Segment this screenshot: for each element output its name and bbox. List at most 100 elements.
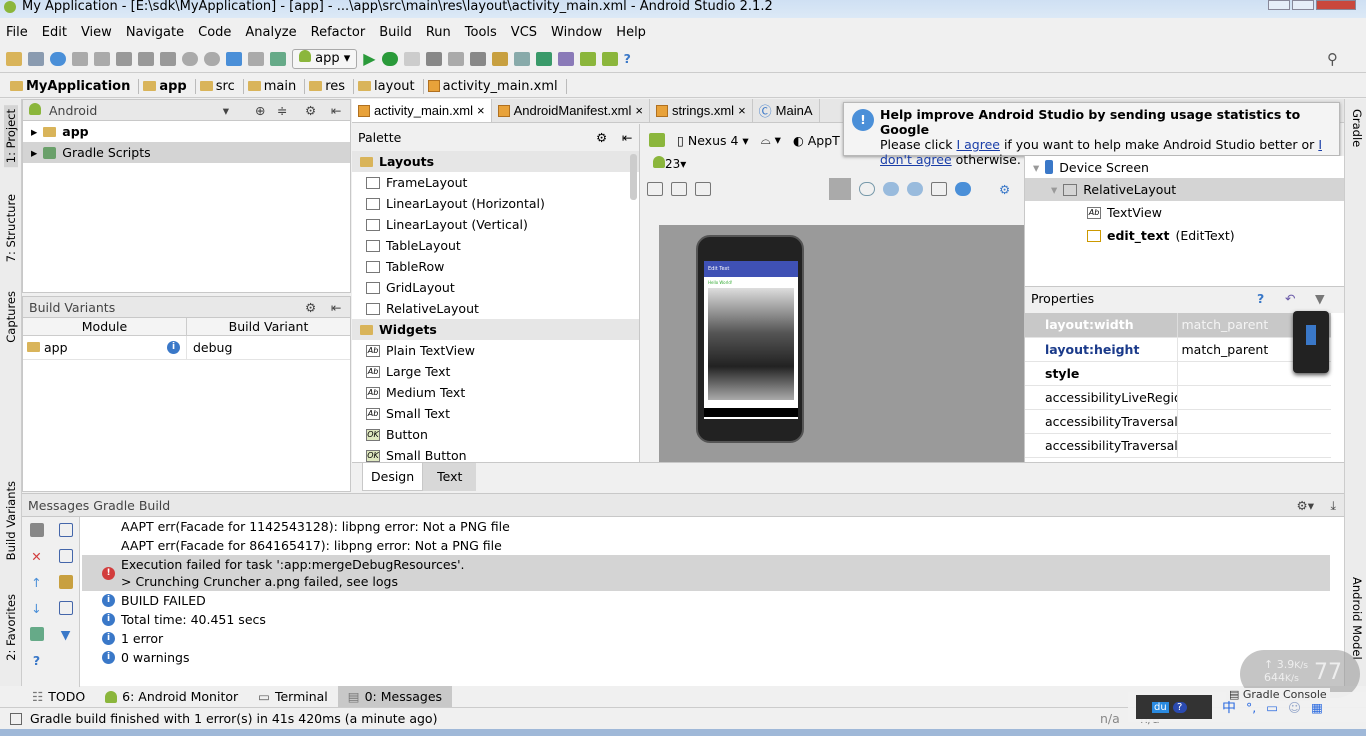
message-line[interactable]: i1 error <box>82 629 1330 648</box>
refresh-icon[interactable] <box>955 182 971 196</box>
undo-icon[interactable] <box>72 51 88 66</box>
zoom-in-icon[interactable] <box>883 182 899 196</box>
tree-item-app[interactable]: ▸ app <box>23 121 350 142</box>
message-line[interactable]: i BUILD FAILED <box>82 591 1330 610</box>
avd-manager-icon[interactable] <box>557 51 574 66</box>
preview-icon[interactable] <box>931 182 947 196</box>
help-icon[interactable]: ? <box>1257 287 1264 311</box>
expand-all-icon[interactable] <box>58 523 73 537</box>
scroll-from-source-icon[interactable]: ⊕ <box>255 100 265 121</box>
zoom-fit-icon[interactable] <box>647 182 663 196</box>
palette-item[interactable]: FrameLayout <box>352 172 639 193</box>
restore-default-icon[interactable]: ↶ <box>1285 287 1295 311</box>
android-device-monitor-icon[interactable] <box>601 51 618 66</box>
hide-panel-icon[interactable]: ⇤ <box>622 124 632 151</box>
tree-text-view[interactable]: Ab TextView <box>1025 201 1344 224</box>
orientation-select[interactable]: ⌓ ▾ <box>761 132 781 148</box>
collapse-all-icon[interactable] <box>58 549 73 563</box>
show-info-icon[interactable] <box>58 601 73 615</box>
breadcrumb-myapplication[interactable]: MyApplication <box>10 78 140 94</box>
breadcrumb-res[interactable]: res <box>309 78 355 94</box>
build-variant-cell[interactable]: debug <box>187 336 232 359</box>
device-select[interactable]: ▯ Nexus 4 ▾ <box>677 133 749 148</box>
maximize-button[interactable] <box>1292 0 1314 10</box>
zoom-actual-toggle[interactable] <box>829 178 851 200</box>
palette-group-layouts[interactable]: Layouts <box>352 151 639 172</box>
property-row[interactable]: layout:height match_parent <box>1025 337 1331 362</box>
minimize-button[interactable] <box>1268 0 1290 10</box>
property-row[interactable]: accessibilityLiveRegion <box>1025 385 1331 410</box>
hide-panel-icon[interactable]: ⤓ <box>1330 494 1336 517</box>
tool-tab-build-variants[interactable]: Build Variants <box>4 481 18 560</box>
zoom-100-icon[interactable] <box>859 182 875 196</box>
help-icon[interactable]: ? <box>1172 701 1187 713</box>
breadcrumb-activity-main[interactable]: activity_main.xml <box>427 78 567 94</box>
palette-item[interactable]: TableLayout <box>352 235 639 256</box>
tool-tab-android-monitor[interactable]: 6: Android Monitor <box>95 686 248 707</box>
palette-scrollbar[interactable] <box>630 154 637 200</box>
run-config-select[interactable]: app ▾ <box>292 48 358 69</box>
tool-tab-project[interactable]: 1: Project <box>4 105 18 168</box>
make-project-icon[interactable] <box>270 51 286 66</box>
tool-tab-android-model[interactable]: Android Model <box>1350 577 1364 660</box>
close-tab-icon[interactable]: × <box>738 103 746 118</box>
text-view-preview[interactable]: Hello World! <box>704 277 798 288</box>
agree-link[interactable]: I agree <box>956 137 1000 152</box>
close-tab-icon[interactable]: × <box>477 103 485 118</box>
attach-debugger-icon[interactable] <box>403 51 420 66</box>
tree-relative-layout[interactable]: ▾ RelativeLayout <box>1025 178 1344 201</box>
palette-item[interactable]: TableRow <box>352 256 639 277</box>
column-module[interactable]: Module <box>23 318 187 335</box>
tab-text[interactable]: Text <box>423 463 477 491</box>
phone-screen[interactable]: Edit Text Hello World! <box>704 261 798 419</box>
tab-activity-main[interactable]: activity_main.xml × <box>352 99 492 122</box>
tool-tab-captures[interactable]: Captures <box>4 291 18 343</box>
gear-icon[interactable]: ⚙ <box>305 100 316 121</box>
palette-item[interactable]: GridLayout <box>352 277 639 298</box>
property-row[interactable]: accessibilityTraversalBefore <box>1025 433 1331 458</box>
run-icon[interactable]: ▶ <box>363 49 375 68</box>
sdk-manager-icon[interactable] <box>579 51 596 66</box>
breadcrumb-src[interactable]: src <box>199 78 244 94</box>
message-error[interactable]: ! Execution failed for task ':app:mergeDe… <box>82 555 1330 591</box>
tool-windows-toggle-icon[interactable] <box>10 712 22 725</box>
open-icon[interactable] <box>6 51 22 66</box>
hide-panel-icon[interactable]: ⇤ <box>331 100 341 121</box>
hide-panel-icon[interactable]: ⇤ <box>331 297 341 318</box>
filter-icon[interactable]: ▼ <box>1315 287 1325 311</box>
gear-icon[interactable]: ⚙ <box>596 124 607 151</box>
menu-tools[interactable]: Tools <box>465 22 497 44</box>
close-button[interactable] <box>1316 0 1356 10</box>
autoscroll-icon[interactable] <box>29 627 44 641</box>
breadcrumb-main[interactable]: main <box>247 78 306 94</box>
copy-icon[interactable] <box>138 51 154 66</box>
tab-design[interactable]: Design <box>362 463 424 491</box>
palette-item[interactable]: Ab Large Text <box>352 361 639 382</box>
image-preview[interactable] <box>708 288 794 400</box>
close-icon[interactable]: ✕ <box>30 549 44 564</box>
message-line[interactable]: AAPT err(Facade for 864165417): libpng e… <box>82 536 1330 555</box>
stop-icon[interactable] <box>29 523 44 537</box>
stop-icon[interactable] <box>469 51 486 66</box>
column-build-variant[interactable]: Build Variant <box>187 318 350 335</box>
gear-icon[interactable]: ⚙ <box>305 297 316 318</box>
palette-item[interactable]: OK Button <box>352 424 639 445</box>
tree-device-screen[interactable]: ▾ Device Screen <box>1025 156 1344 178</box>
tool-tab-todo[interactable]: ☷ TODO <box>22 686 95 707</box>
keyboard-icon[interactable]: ▭ <box>1266 700 1278 715</box>
zoom-out-icon[interactable] <box>907 182 923 196</box>
tool-tab-gradle-console[interactable]: ▤ Gradle Console <box>1226 688 1330 701</box>
fit-width-icon[interactable] <box>671 182 687 196</box>
menu-run[interactable]: Run <box>426 22 451 44</box>
menu-help[interactable]: Help <box>616 22 646 44</box>
breadcrumb-layout[interactable]: layout <box>358 78 424 94</box>
gradle-sync-icon[interactable] <box>535 51 552 66</box>
replace-icon[interactable] <box>204 51 220 66</box>
theme-select[interactable]: ◐ AppT <box>793 133 840 148</box>
menu-grid-icon[interactable]: ▦ <box>1311 700 1323 715</box>
settings-gear-icon[interactable]: ⚙ <box>999 182 1010 197</box>
punctuation-icon[interactable]: °, <box>1246 700 1256 715</box>
menu-vcs[interactable]: VCS <box>511 22 537 44</box>
collapse-all-icon[interactable]: ≑ <box>277 100 287 121</box>
project-view-select[interactable]: Android ▾ <box>49 100 229 121</box>
